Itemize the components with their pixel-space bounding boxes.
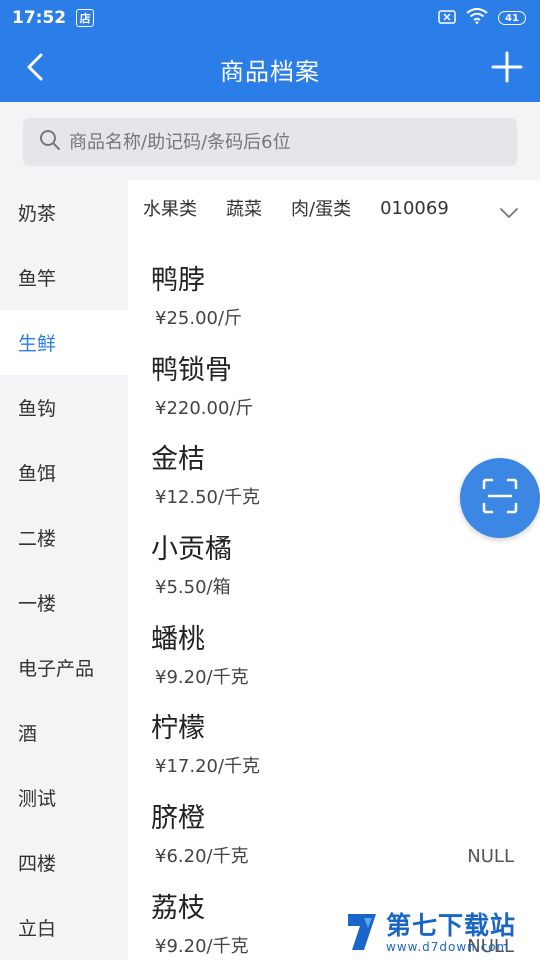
product-name: 蟠桃	[151, 623, 205, 655]
watermark-text: 第七下载站 www.d7down.com	[386, 911, 517, 955]
sidebar-item-wine[interactable]: 酒	[0, 700, 128, 765]
product-name: 柠檬	[151, 713, 205, 745]
product-list: 鸭脖 ¥25.00/斤 鸭锁骨 ¥220.00/斤 金桔 ¥12.50/千克 小…	[128, 248, 540, 960]
sidebar-item-label: 鱼竿	[18, 268, 57, 290]
product-item[interactable]: 蟠桃 ¥9.20/千克	[128, 607, 540, 697]
tab-010069[interactable]: 010069	[380, 198, 449, 219]
sidebar-item-label: 奶茶	[18, 203, 57, 225]
status-bar: 17:52 店 41	[0, 0, 540, 36]
product-price: ¥17.20/千克	[155, 756, 261, 778]
wifi-icon	[466, 8, 488, 28]
product-item[interactable]: 鸭锁骨 ¥220.00/斤	[128, 338, 540, 428]
site-watermark: 第七下载站 www.d7down.com	[342, 908, 538, 958]
sidebar-item-test[interactable]: 测试	[0, 765, 128, 830]
sidebar-item-label: 一楼	[18, 593, 57, 615]
tab-vegetables[interactable]: 蔬菜	[226, 195, 262, 221]
status-time: 17:52	[12, 8, 67, 28]
tab-fruit[interactable]: 水果类	[143, 195, 197, 221]
add-product-button[interactable]	[488, 50, 526, 88]
plus-icon	[491, 51, 523, 87]
sidebar-item-fish-hook[interactable]: 鱼钩	[0, 375, 128, 440]
sidebar-item-milk-tea[interactable]: 奶茶	[0, 180, 128, 245]
search-icon	[39, 129, 61, 155]
product-item[interactable]: 鸭脖 ¥25.00/斤	[128, 248, 540, 338]
sidebar-item-electronics[interactable]: 电子产品	[0, 635, 128, 700]
product-item[interactable]: 脐橙 ¥6.20/千克 NULL	[128, 786, 540, 876]
category-sidebar: 奶茶 鱼竿 生鲜 鱼钩 鱼饵 二楼 一楼 电子产品 酒 测试 四楼 立白	[0, 180, 128, 960]
product-price: ¥220.00/斤	[155, 397, 254, 419]
tab-meat-egg[interactable]: 肉/蛋类	[291, 195, 351, 221]
sidebar-item-fish-bait[interactable]: 鱼饵	[0, 440, 128, 505]
battery-level: 41	[505, 12, 519, 24]
watermark-url: www.d7down.com	[386, 940, 510, 954]
product-price: ¥9.20/千克	[155, 666, 249, 688]
page-title: 商品档案	[220, 57, 320, 86]
search-area	[0, 102, 540, 180]
sidebar-item-fourth-floor[interactable]: 四楼	[0, 830, 128, 895]
product-price: ¥5.50/箱	[155, 577, 231, 599]
product-name: 脐橙	[151, 803, 205, 835]
sidebar-item-label: 鱼钩	[18, 398, 57, 420]
sim-x-icon	[438, 9, 456, 28]
store-badge-icon: 店	[76, 9, 95, 27]
product-name: 鸭脖	[151, 265, 205, 296]
scan-icon	[481, 477, 519, 519]
battery-icon: 41	[498, 11, 526, 25]
sidebar-item-label: 生鲜	[18, 333, 57, 355]
subcategory-tabs: 水果类 蔬菜 肉/蛋类 010069	[128, 180, 540, 236]
sidebar-item-label: 电子产品	[18, 658, 95, 680]
sidebar-item-label: 立白	[18, 918, 57, 940]
sidebar-item-second-floor[interactable]: 二楼	[0, 505, 128, 570]
search-input[interactable]	[69, 118, 517, 166]
status-bar-right: 41	[438, 8, 526, 28]
product-item[interactable]: 柠檬 ¥17.20/千克	[128, 696, 540, 786]
sidebar-item-label: 测试	[18, 788, 57, 810]
product-price: ¥25.00/斤	[155, 308, 243, 329]
product-panel: 水果类 蔬菜 肉/蛋类 010069 鸭脖 ¥25.00/斤 鸭锁骨 ¥220.…	[128, 180, 540, 960]
sidebar-item-fishing-rod[interactable]: 鱼竿	[0, 245, 128, 310]
status-bar-left: 17:52 店	[12, 8, 95, 28]
app-header: 商品档案	[0, 36, 540, 102]
watermark-logo-icon	[342, 908, 382, 958]
sidebar-item-label: 四楼	[18, 853, 57, 875]
sidebar-item-first-floor[interactable]: 一楼	[0, 570, 128, 635]
sidebar-item-label: 鱼饵	[18, 463, 57, 485]
product-extra: NULL	[467, 846, 514, 868]
sidebar-item-label: 二楼	[18, 528, 57, 550]
sidebar-item-libai[interactable]: 立白	[0, 895, 128, 960]
chevron-down-icon[interactable]	[498, 202, 520, 224]
sidebar-item-fresh[interactable]: 生鲜	[0, 310, 128, 375]
product-name: 鸭锁骨	[151, 354, 232, 386]
watermark-title: 第七下载站	[386, 911, 517, 940]
search-box[interactable]	[23, 118, 517, 166]
scan-button[interactable]	[460, 458, 540, 538]
sidebar-item-label: 酒	[18, 723, 38, 745]
